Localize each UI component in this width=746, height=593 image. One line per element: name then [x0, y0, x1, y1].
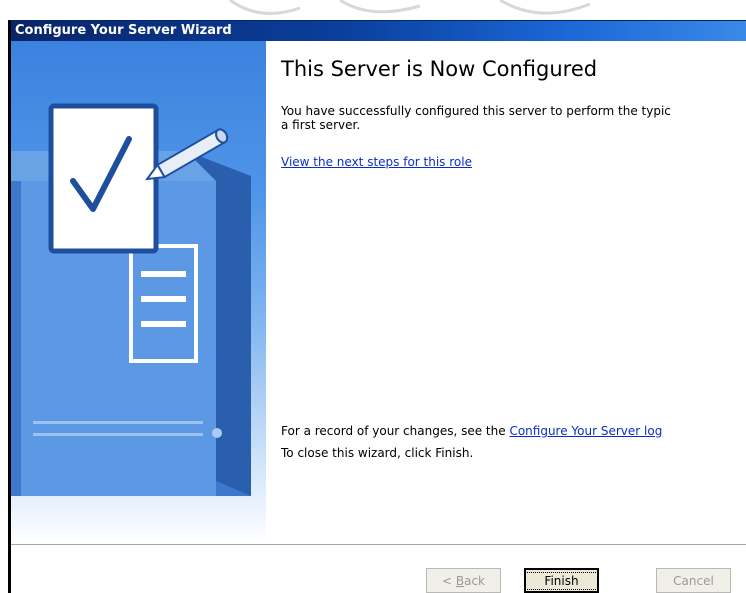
button-bar: < Back Finish Cancel: [11, 546, 746, 593]
record-prefix: For a record of your changes, see the: [281, 424, 510, 438]
next-steps-row: View the next steps for this role: [281, 155, 472, 169]
next-steps-link[interactable]: View the next steps for this role: [281, 155, 472, 169]
server-checkmark-illustration-icon: [11, 103, 251, 496]
cancel-button[interactable]: Cancel: [656, 568, 731, 593]
title-bar[interactable]: Configure Your Server Wizard: [11, 21, 746, 41]
intro-line-2: a first server.: [281, 118, 361, 132]
watermark-strip: [0, 0, 746, 20]
back-button-rest: ack: [464, 573, 485, 588]
wizard-content: This Server is Now Configured You have s…: [266, 41, 746, 544]
close-instructions: To close this wizard, click Finish.: [281, 446, 474, 460]
window-title: Configure Your Server Wizard: [15, 23, 232, 38]
record-text: For a record of your changes, see the Co…: [281, 424, 662, 438]
cancel-button-label: Cancel: [673, 573, 714, 588]
intro-line-1: You have successfully configured this se…: [281, 104, 671, 118]
finish-button[interactable]: Finish: [524, 568, 599, 593]
intro-text: You have successfully configured this se…: [281, 104, 746, 132]
page-title: This Server is Now Configured: [281, 57, 598, 81]
finish-button-label: Finish: [525, 571, 598, 590]
wizard-window: Configure Your Server Wizard This Server…: [8, 20, 746, 593]
watermark-arcs: [229, 0, 591, 15]
server-log-link[interactable]: Configure Your Server log: [509, 424, 662, 438]
back-button-prefix: <: [441, 573, 456, 588]
wizard-banner: [11, 41, 266, 544]
back-button[interactable]: < Back: [426, 568, 501, 593]
back-button-accelerator: B: [455, 573, 465, 588]
